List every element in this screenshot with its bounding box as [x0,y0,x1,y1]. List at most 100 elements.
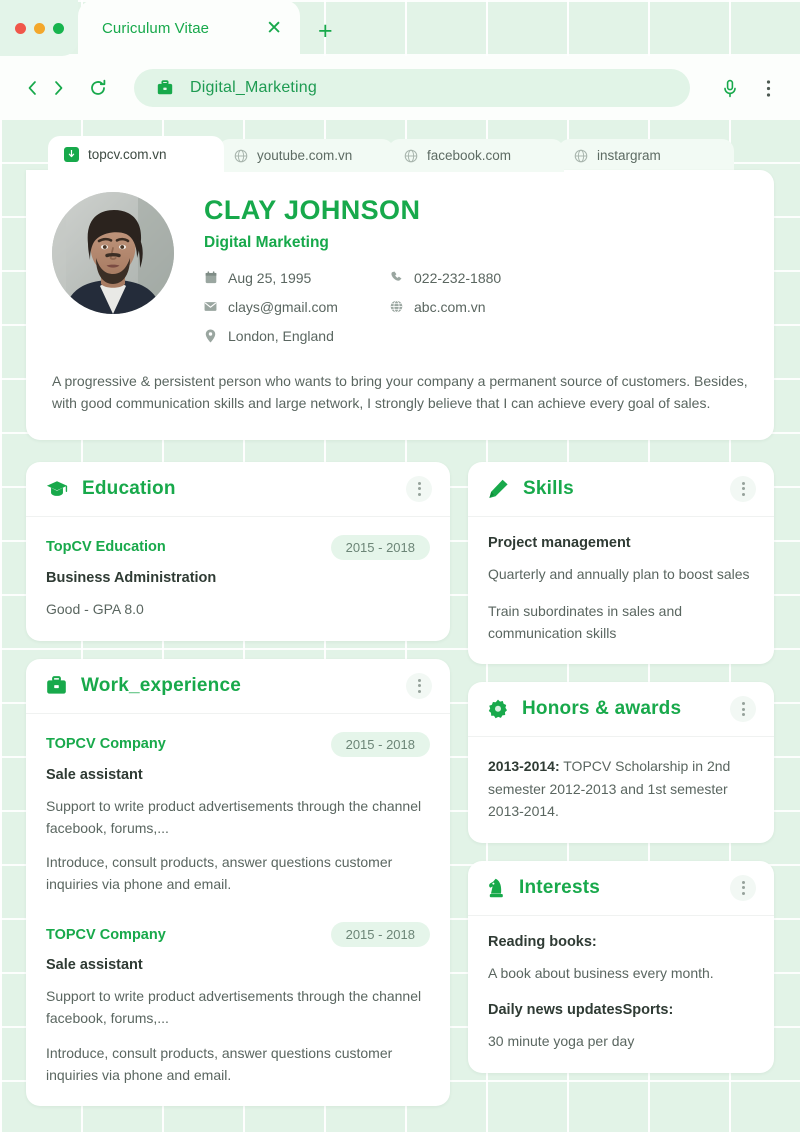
contact-email: clays@gmail.com [204,299,390,315]
contact-website: abc.com.vn [390,299,748,315]
site-tab-label: instargram [597,148,661,163]
section-education: Education TopCV Education 2015 - 2018 Bu… [26,461,450,641]
site-tab-facebook[interactable]: facebook.com [388,139,564,172]
section-menu-button[interactable] [730,874,756,901]
cv-page: CLAY JOHNSON Digital Marketing Aug 25, 1… [26,170,774,1132]
contact-value: abc.com.vn [414,298,486,315]
microphone-icon [724,79,736,97]
site-tab-topcv[interactable]: topcv.com.vn [48,136,224,172]
address-bar-text: Digital_Marketing [190,79,318,96]
work-date-badge: 2015 - 2018 [330,731,430,757]
kebab-menu-icon [766,79,770,97]
reload-button[interactable] [88,79,108,97]
work-company: TOPCV Company [46,736,166,753]
section-title: Honors & awards [522,698,682,720]
section-honors-header: Honors & awards [468,682,774,738]
browser-tab-curiculum-vitae[interactable]: Curiculum Vitae ✕ [78,0,300,56]
work-entry: TOPCV Company 2015 - 2018 Sale assistant… [46,922,430,1086]
interest-heading: Daily news updatesSports: [488,1002,674,1019]
maximize-window-button[interactable] [52,22,64,34]
contact-location: London, England [204,328,390,344]
contact-value: London, England [228,327,334,344]
page-title: CLAY JOHNSON [204,195,421,225]
contact-value: Aug 25, 1995 [228,269,312,286]
envelope-icon [204,301,217,312]
globe-icon [404,149,418,163]
close-window-button[interactable] [14,22,26,34]
profile-summary: A progressive & persistent person who wa… [52,372,748,411]
cv-right-column: Skills Project management Quarterly and … [468,461,774,1091]
honor-period: 2013-2014: [488,758,560,775]
skill-heading: Project management [488,534,631,551]
section-title: Education [82,477,176,499]
work-duty-line: Introduce, consult products, answer ques… [46,1044,393,1083]
work-job-title: Sale assistant [46,766,143,783]
interest-heading: Reading books: [488,933,597,950]
section-menu-button[interactable] [406,475,432,502]
window-controls [0,0,78,56]
browser-toolbar: Digital_Marketing [0,56,800,120]
site-tab-label: facebook.com [427,148,512,163]
portrait-photo [52,192,174,314]
work-duty-line: Introduce, consult products, answer ques… [46,854,393,893]
contact-phone: 022-232-1880 [390,270,748,286]
skill-line: Train subordinates in sales and communic… [488,602,683,641]
back-button[interactable] [22,80,42,96]
phone-icon [390,271,403,284]
briefcase-icon [156,79,174,97]
browser-tab-label: Curiculum Vitae [102,19,210,37]
briefcase-icon [46,676,67,695]
section-work-header: Work_experience [26,659,450,714]
chevron-right-icon [54,81,62,95]
badge-icon [488,699,508,719]
education-degree: Business Administration [46,569,217,586]
section-skills: Skills Project management Quarterly and … [468,461,774,665]
section-interests-header: Interests [468,861,774,916]
forward-button[interactable] [48,80,68,96]
browser-window: Curiculum Vitae ✕ + Digital_Marketing to… [0,0,800,1132]
new-tab-button[interactable]: + [318,19,333,44]
globe-icon [574,149,588,163]
address-bar[interactable]: Digital_Marketing [134,69,690,107]
site-tab-instargram[interactable]: instargram [558,139,734,172]
section-honors-awards: Honors & awards 2013-2014: TOPCV Scholar… [468,682,774,843]
browser-menu-button[interactable] [758,79,778,98]
section-title: Work_experience [81,674,242,696]
site-tab-label: topcv.com.vn [88,146,167,162]
section-work-body: TOPCV Company 2015 - 2018 Sale assistant… [26,714,450,1107]
profile-header-card: CLAY JOHNSON Digital Marketing Aug 25, 1… [26,170,774,440]
microphone-button[interactable] [720,79,740,98]
education-note: Good - GPA 8.0 [46,600,144,617]
section-interests-body: Reading books: A book about business eve… [468,916,774,1074]
site-tabs: topcv.com.vn youtube.com.vn facebook.com… [48,136,774,172]
site-tab-youtube[interactable]: youtube.com.vn [218,139,394,172]
minimize-window-button[interactable] [33,22,45,34]
work-duty-line: Support to write product advertisements … [46,797,422,836]
contact-list: Aug 25, 1995 022-232-1880 clays@gmail.co… [204,270,748,344]
work-entry: TOPCV Company 2015 - 2018 Sale assistant… [46,731,430,896]
topcv-favicon [64,146,79,162]
profile-role: Digital Marketing [204,233,329,251]
site-tab-label: youtube.com.vn [257,148,353,163]
contact-birthday: Aug 25, 1995 [204,270,390,286]
toolbar-right-actions [720,79,778,98]
education-organization: TopCV Education [46,539,166,556]
graduation-cap-icon [46,480,68,498]
globe-icon [390,300,403,313]
calendar-icon [204,271,217,284]
contact-value: clays@gmail.com [228,298,338,315]
section-title: Skills [523,477,574,499]
contact-value: 022-232-1880 [414,269,502,286]
section-skills-body: Project management Quarterly and annuall… [468,517,774,664]
browser-tab-strip: Curiculum Vitae ✕ + [0,0,800,56]
work-company: TOPCV Company [46,926,166,943]
section-skills-header: Skills [468,462,774,517]
section-menu-button[interactable] [406,672,432,699]
work-duty-line: Support to write product advertisements … [46,988,422,1026]
globe-icon [234,149,248,163]
section-menu-button[interactable] [730,696,756,723]
interest-text: 30 minute yoga per day [488,1033,635,1050]
section-work-experience: Work_experience TOPCV Company 2015 - 201… [26,658,450,1107]
close-icon[interactable]: ✕ [266,19,282,38]
section-menu-button[interactable] [730,475,756,502]
